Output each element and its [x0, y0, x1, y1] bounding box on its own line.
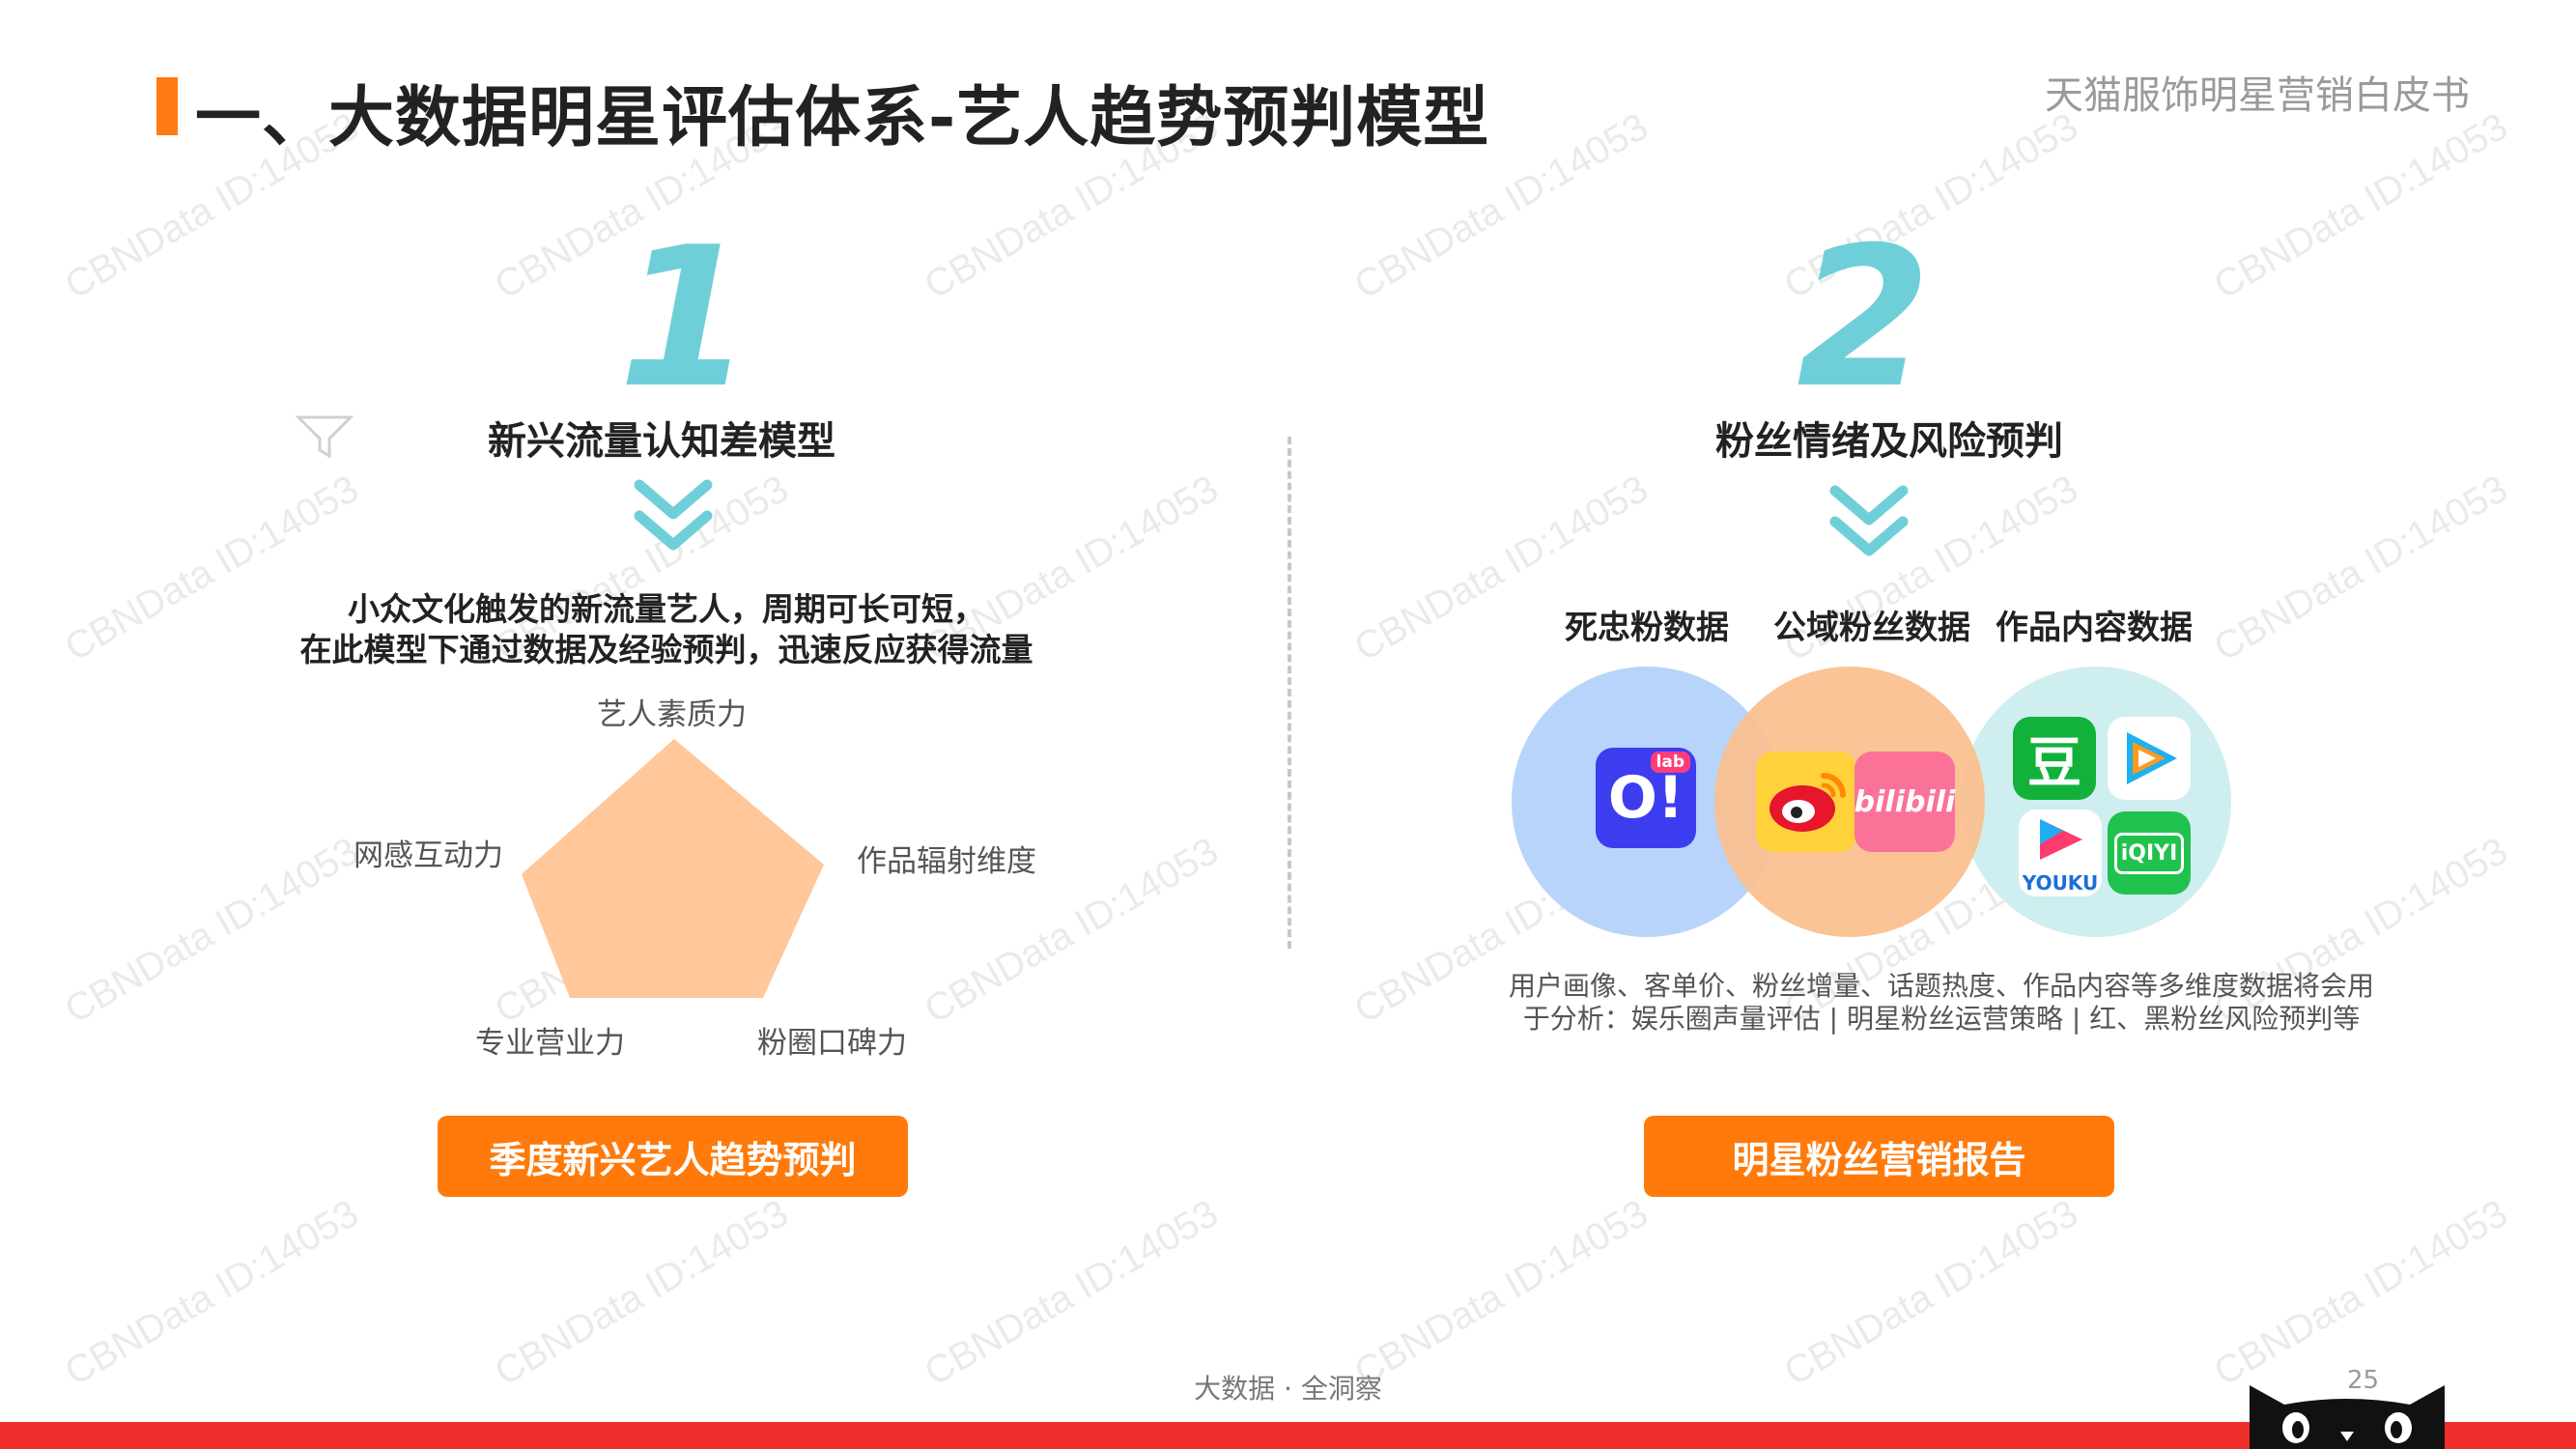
page-title: 一、大数据明星评估体系-艺人趋势预判模型	[195, 80, 1490, 156]
filter-icon	[295, 415, 354, 459]
lab-badge: lab	[1650, 752, 1690, 773]
double-chevron-down-icon	[634, 479, 713, 551]
note-line-1: 用户画像、客单价、粉丝增量、话题热度、作品内容等多维度数据将会用	[1508, 970, 2374, 1002]
footer-slogan: 大数据 · 全洞察	[1194, 1373, 1382, 1405]
right-note: 用户画像、客单价、粉丝增量、话题热度、作品内容等多维度数据将会用 于分析：娱乐圈…	[1343, 970, 2540, 1036]
fan-marketing-report-button[interactable]: 明星粉丝营销报告	[1644, 1116, 2114, 1197]
tencent-video-icon	[2108, 717, 2191, 800]
youku-text: YOUKU	[2022, 871, 2099, 895]
title-accent-bar	[156, 77, 178, 135]
douban-icon: 豆	[2013, 717, 2096, 800]
section-title-right: 粉丝情绪及风险预判	[1715, 419, 2063, 464]
radar-pentagon	[522, 739, 824, 998]
section-number-2: 2	[1797, 206, 1932, 431]
tmall-cat-icon	[2250, 1385, 2445, 1449]
radar-label-bottom-right: 粉圈口碑力	[757, 1026, 907, 1061]
watermark-text: CBNData ID:14053	[488, 1191, 796, 1395]
double-chevron-down-icon	[1829, 485, 1909, 556]
watermark-text: CBNData ID:14053	[918, 1191, 1226, 1395]
douban-glyph: 豆	[2027, 731, 2081, 795]
oasis-glyph: O!	[1607, 764, 1684, 832]
weibo-icon	[1756, 752, 1856, 852]
radar-label-bottom-left: 专业营业力	[475, 1026, 625, 1061]
venn-circle-content	[1961, 667, 2231, 937]
watermark-text: CBNData ID:14053	[58, 829, 366, 1033]
watermark-text: CBNData ID:14053	[2207, 1191, 2515, 1395]
youku-play-logo	[2040, 819, 2082, 860]
bilibili-icon: bilibili	[1854, 752, 1955, 852]
radar-label-right: 作品辐射维度	[857, 844, 1036, 879]
footer-red-bar	[0, 1422, 2576, 1449]
watermark-text: CBNData ID:14053	[58, 1191, 366, 1395]
radar-label-top: 艺人素质力	[597, 697, 747, 732]
data-label-content: 作品内容数据	[1996, 609, 2193, 647]
youku-icon: YOUKU	[2019, 810, 2102, 896]
desc-line-1: 小众文化触发的新流量艺人，周期可长可短，	[348, 590, 985, 628]
iqiyi-icon: iQIYI	[2108, 811, 2191, 895]
radar-label-left: 网感互动力	[354, 838, 503, 873]
section-title-left: 新兴流量认知差模型	[488, 419, 835, 464]
weibo-logo	[1769, 773, 1846, 832]
data-label-loyal-fans: 死忠粉数据	[1565, 609, 1729, 647]
section-number-1: 1	[618, 206, 753, 431]
tencent-video-play-logo	[2127, 732, 2177, 784]
oasis-app-icon: O! lab	[1596, 748, 1696, 848]
bilibili-logo-text: bilibili	[1854, 784, 1956, 819]
brand-title: 天猫服饰明星营销白皮书	[2045, 73, 2470, 118]
note-line-2: 于分析：娱乐圈声量评估 | 明星粉丝运营策略 | 红、黑粉丝风险预判等	[1522, 1003, 2361, 1035]
trend-forecast-button[interactable]: 季度新兴艺人趋势预判	[438, 1116, 908, 1197]
left-description: 小众文化触发的新流量艺人，周期可长可短， 在此模型下通过数据及经验预判，迅速反应…	[232, 589, 1101, 670]
watermark-text: CBNData ID:14053	[2207, 104, 2515, 308]
watermark-text: CBNData ID:14053	[1347, 1191, 1656, 1395]
desc-line-2: 在此模型下通过数据及经验预判，迅速反应获得流量	[299, 631, 1033, 668]
watermark-text: CBNData ID:14053	[1777, 1191, 2085, 1395]
data-label-public-fans: 公域粉丝数据	[1773, 609, 1970, 647]
watermark-text: CBNData ID:14053	[2207, 467, 2515, 670]
section-divider	[1288, 437, 1291, 949]
iqiyi-text: iQIYI	[2113, 832, 2185, 874]
